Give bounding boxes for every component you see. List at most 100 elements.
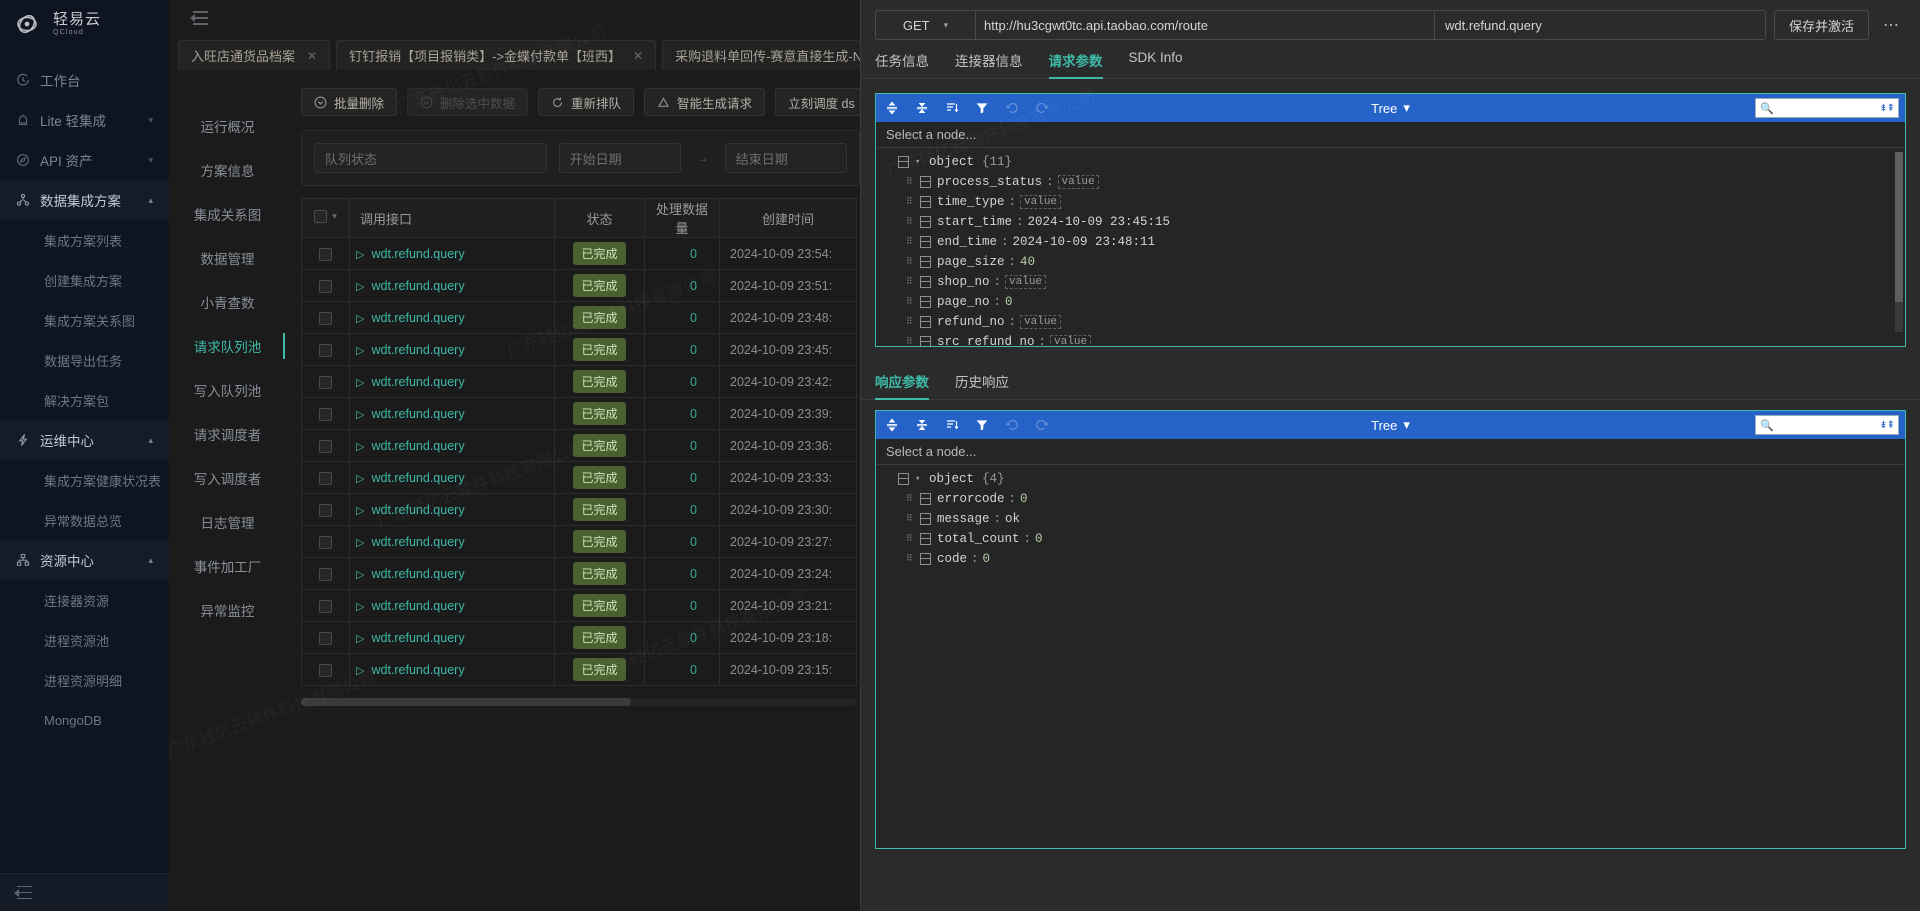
column-header-count[interactable]: 处理数据量 bbox=[645, 199, 720, 238]
tab-task-info[interactable]: 任务信息 bbox=[875, 50, 929, 78]
tab-connector-info[interactable]: 连接器信息 bbox=[955, 50, 1023, 78]
tree-node-row[interactable]: ⠿end_time:2024-10-09 23:48:11 bbox=[876, 232, 1905, 252]
row-checkbox-cell[interactable] bbox=[302, 302, 350, 334]
chevron-down-icon[interactable]: ▾ bbox=[915, 157, 929, 167]
table-row[interactable]: ▷wdt.refund.query已完成02024-10-09 23:39: bbox=[302, 398, 857, 430]
node-key[interactable]: end_time bbox=[937, 235, 997, 249]
submenu-item-exception-monitor[interactable]: 异常监控 bbox=[170, 588, 285, 632]
sidebar-item-lite[interactable]: Lite 轻集成 ▾ bbox=[0, 100, 169, 140]
sidebar-item-api-assets[interactable]: API 资产 ▾ bbox=[0, 140, 169, 180]
cell-api[interactable]: ▷wdt.refund.query bbox=[350, 558, 555, 590]
submenu-item-request-scheduler[interactable]: 请求调度者 bbox=[170, 412, 285, 456]
table-row[interactable]: ▷wdt.refund.query已完成02024-10-09 23:15: bbox=[302, 654, 857, 686]
close-icon[interactable]: ✕ bbox=[633, 49, 643, 63]
node-value[interactable]: value bbox=[1020, 195, 1061, 209]
node-value[interactable]: value bbox=[1020, 315, 1061, 329]
row-checkbox[interactable] bbox=[319, 344, 332, 357]
sort-icon[interactable] bbox=[942, 98, 962, 118]
tab-item[interactable]: 钉钉报销【项目报销类】->金蝶付款单【班西】 ✕ bbox=[336, 40, 656, 70]
node-value[interactable]: 0 bbox=[1005, 295, 1013, 309]
drag-handle-icon[interactable]: ⠿ bbox=[906, 555, 920, 563]
expand-all-icon[interactable] bbox=[882, 98, 902, 118]
tree-node-row[interactable]: ⠿total_count:0 bbox=[876, 529, 1905, 549]
node-box-icon[interactable] bbox=[920, 216, 931, 228]
tree-node-row[interactable]: ⠿time_type:value bbox=[876, 192, 1905, 212]
submenu-item-xiaoqing-query[interactable]: 小青查数 bbox=[170, 280, 285, 324]
node-key[interactable]: src_refund_no bbox=[937, 335, 1035, 346]
sort-icon[interactable] bbox=[942, 415, 962, 435]
batch-delete-button[interactable]: 批量删除 bbox=[301, 88, 397, 116]
tree-node-row[interactable]: ⠿process_status:value bbox=[876, 172, 1905, 192]
node-value[interactable]: 0 bbox=[1020, 492, 1028, 506]
node-value[interactable]: 0 bbox=[983, 552, 991, 566]
submenu-item-log-management[interactable]: 日志管理 bbox=[170, 500, 285, 544]
tab-item[interactable]: 入旺店通货品档案 ✕ bbox=[178, 40, 330, 70]
submenu-item-write-scheduler[interactable]: 写入调度者 bbox=[170, 456, 285, 500]
chevron-down-icon[interactable]: ▾ bbox=[332, 211, 337, 222]
sidebar-item-workbench[interactable]: 工作台 bbox=[0, 60, 169, 100]
request-api-input[interactable]: wdt.refund.query bbox=[1435, 11, 1765, 39]
submenu-item-write-queue-pool[interactable]: 写入队列池 bbox=[170, 368, 285, 412]
node-box-icon[interactable] bbox=[898, 156, 909, 168]
cell-api[interactable]: ▷wdt.refund.query bbox=[350, 590, 555, 622]
node-key[interactable]: errorcode bbox=[937, 492, 1005, 506]
row-checkbox-cell[interactable] bbox=[302, 558, 350, 590]
row-checkbox[interactable] bbox=[319, 536, 332, 549]
cell-api[interactable]: ▷wdt.refund.query bbox=[350, 238, 555, 270]
row-checkbox[interactable] bbox=[319, 504, 332, 517]
table-row[interactable]: ▷wdt.refund.query已完成02024-10-09 23:36: bbox=[302, 430, 857, 462]
tree-node-row[interactable]: ⠿message:ok bbox=[876, 509, 1905, 529]
drag-handle-icon[interactable]: ⠿ bbox=[906, 338, 920, 346]
drag-handle-icon[interactable]: ⠿ bbox=[906, 258, 920, 266]
drag-handle-icon[interactable]: ⠿ bbox=[906, 198, 920, 206]
editor-mode-select[interactable]: Tree ▾ bbox=[1371, 100, 1410, 116]
node-key[interactable]: time_type bbox=[937, 195, 1005, 209]
sidebar-item-exception-overview[interactable]: 异常数据总览 bbox=[0, 500, 169, 540]
submenu-item-event-factory[interactable]: 事件加工厂 bbox=[170, 544, 285, 588]
cell-api[interactable]: ▷wdt.refund.query bbox=[350, 430, 555, 462]
node-box-icon[interactable] bbox=[920, 493, 931, 505]
search-nav-icons[interactable]: ⇟⇞ bbox=[1879, 103, 1894, 114]
close-icon[interactable]: ✕ bbox=[307, 49, 317, 63]
cell-api[interactable]: ▷wdt.refund.query bbox=[350, 334, 555, 366]
collapse-all-icon[interactable] bbox=[912, 415, 932, 435]
node-key[interactable]: shop_no bbox=[937, 275, 990, 289]
http-method-select[interactable]: GET ▾ bbox=[876, 11, 976, 39]
drag-handle-icon[interactable]: ⠿ bbox=[906, 298, 920, 306]
row-checkbox[interactable] bbox=[319, 248, 332, 261]
node-value[interactable]: 2024-10-09 23:45:15 bbox=[1028, 215, 1171, 229]
cell-api[interactable]: ▷wdt.refund.query bbox=[350, 302, 555, 334]
sidebar-item-export-task[interactable]: 数据导出任务 bbox=[0, 340, 169, 380]
drag-handle-icon[interactable]: ⠿ bbox=[906, 318, 920, 326]
row-checkbox-cell[interactable] bbox=[302, 494, 350, 526]
row-checkbox[interactable] bbox=[319, 600, 332, 613]
node-box-icon[interactable] bbox=[920, 276, 931, 288]
submenu-item-request-queue-pool[interactable]: 请求队列池 bbox=[170, 324, 285, 368]
request-url-input[interactable]: http://hu3cgwt0tc.api.taobao.com/route bbox=[976, 11, 1435, 39]
editor-search-box[interactable]: 🔍 ⇟⇞ bbox=[1755, 415, 1899, 435]
select-all-header[interactable]: ▾ bbox=[302, 199, 350, 238]
row-checkbox[interactable] bbox=[319, 472, 332, 485]
horizontal-scrollbar[interactable] bbox=[301, 698, 856, 706]
row-checkbox[interactable] bbox=[319, 664, 332, 677]
node-key[interactable]: page_no bbox=[937, 295, 990, 309]
tree-node-row[interactable]: ⠿page_size:40 bbox=[876, 252, 1905, 272]
node-key[interactable]: refund_no bbox=[937, 315, 1005, 329]
delete-selected-button[interactable]: 删除选中数据 bbox=[407, 88, 528, 116]
filter-icon[interactable] bbox=[972, 415, 992, 435]
sidebar-item-solution-package[interactable]: 解决方案包 bbox=[0, 380, 169, 420]
sidebar-collapse-bar[interactable] bbox=[0, 873, 170, 911]
chevron-down-icon[interactable]: ▾ bbox=[915, 474, 929, 484]
tree-node-row[interactable]: ⠿src_refund_no:value bbox=[876, 332, 1905, 346]
drag-handle-icon[interactable]: ⠿ bbox=[906, 238, 920, 246]
row-checkbox-cell[interactable] bbox=[302, 622, 350, 654]
search-nav-icons[interactable]: ⇟⇞ bbox=[1879, 420, 1894, 431]
row-checkbox-cell[interactable] bbox=[302, 590, 350, 622]
node-value[interactable]: 40 bbox=[1020, 255, 1035, 269]
node-box-icon[interactable] bbox=[920, 336, 931, 346]
cell-api[interactable]: ▷wdt.refund.query bbox=[350, 270, 555, 302]
sidebar-item-ops-center[interactable]: 运维中心 ▴ bbox=[0, 420, 169, 460]
node-key[interactable]: process_status bbox=[937, 175, 1042, 189]
queue-status-select[interactable]: 队列状态 bbox=[314, 143, 547, 173]
node-box-icon[interactable] bbox=[920, 533, 931, 545]
